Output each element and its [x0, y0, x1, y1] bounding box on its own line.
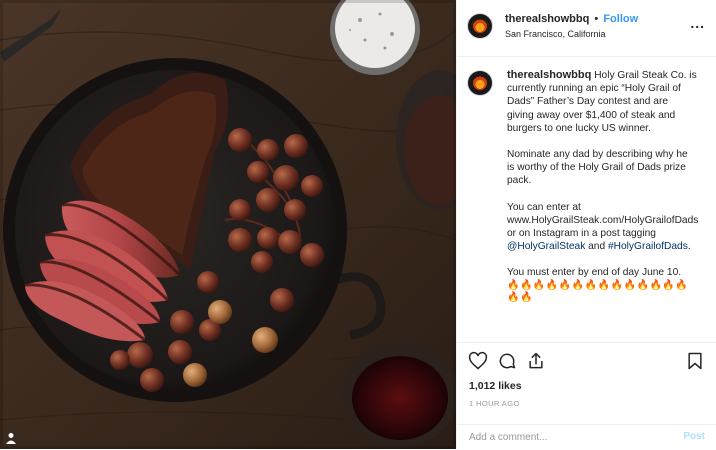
likes-count[interactable]: 1,012 likes — [469, 380, 522, 392]
follow-button[interactable]: Follow — [603, 13, 638, 25]
post-side-panel: therealshowbbq • Follow San Francisco, C… — [456, 0, 716, 449]
post-comment-button[interactable]: Post — [683, 431, 705, 442]
header-user-line: therealshowbbq • Follow — [505, 13, 638, 25]
caption-paragraph-3b: and — [585, 241, 608, 253]
comment-icon[interactable] — [497, 351, 517, 371]
avatar[interactable] — [467, 13, 493, 39]
caption-paragraph-2: Nominate any dad by describing why he is… — [507, 149, 688, 187]
caption-paragraph-3c: . — [687, 241, 691, 253]
bookmark-icon[interactable] — [685, 351, 705, 371]
post-timestamp[interactable]: 1 HOUR AGO — [469, 399, 520, 408]
mention-link[interactable]: @HolyGrailSteak — [507, 241, 585, 252]
heart-icon[interactable] — [468, 351, 488, 371]
steak-photo-illustration — [0, 0, 456, 449]
comment-input[interactable] — [469, 431, 659, 444]
user-tag-icon[interactable] — [4, 431, 18, 445]
location-link[interactable]: San Francisco, California — [505, 29, 606, 39]
caption-paragraph-3a: You can enter at www.HolyGrailSteak.com/… — [507, 201, 699, 240]
more-options-icon[interactable]: ... — [690, 15, 705, 31]
post-header: therealshowbbq • Follow San Francisco, C… — [457, 0, 716, 57]
share-icon[interactable] — [526, 351, 546, 371]
caption-paragraph-4: You must enter by end of day June 10. — [507, 267, 682, 279]
comment-bar: Post — [457, 424, 716, 450]
fire-emoji-row: 🔥🔥🔥🔥🔥🔥🔥🔥🔥🔥🔥🔥🔥🔥🔥🔥 — [507, 279, 689, 303]
caption-area: therealshowbbq Holy Grail Steak Co. is c… — [457, 57, 716, 341]
caption-text: therealshowbbq Holy Grail Steak Co. is c… — [507, 69, 699, 304]
separator-dot: • — [594, 13, 599, 25]
post-photo[interactable] — [0, 0, 456, 449]
hashtag-link[interactable]: #HolyGrailofDads — [608, 241, 688, 252]
header-username[interactable]: therealshowbbq — [505, 13, 589, 25]
post-actions: 1,012 likes 1 HOUR AGO — [457, 342, 716, 423]
caption-username[interactable]: therealshowbbq — [507, 69, 591, 81]
caption-avatar[interactable] — [467, 70, 493, 96]
